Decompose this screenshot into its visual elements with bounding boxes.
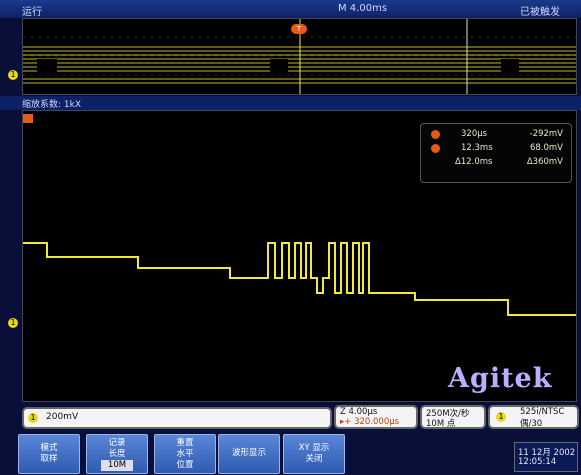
xy-display-button[interactable]: XY 显示 关闭 [283, 434, 345, 474]
ch1-icon: 1 [28, 413, 38, 423]
timebase-readout: M 4.00ms [338, 3, 388, 14]
reset-button-label1: 重置 [176, 438, 194, 448]
cursor-b-time: 12.3ms [461, 143, 493, 153]
xy-display-label: XY 显示 [298, 443, 330, 453]
xy-display-value: 关闭 [305, 454, 323, 464]
record-length-button[interactable]: 记录 长度 10M [86, 434, 148, 474]
reset-horizontal-position-button[interactable]: 重置 水平 位置 [154, 434, 216, 474]
overview-ch1-marker-icon: 1 [8, 70, 18, 80]
record-length-button-value: 10M [101, 460, 133, 471]
zoom-time-scale: Z 4.00μs [340, 407, 378, 417]
overview-waveform[interactable]: T [22, 18, 577, 95]
waveform-display-label: 波形显示 [231, 448, 266, 458]
trigger-status: 已被触发 [520, 7, 560, 18]
video-standard: 525i/NTSC [520, 407, 565, 417]
cursor-a-row: 320μs -292mV [421, 129, 571, 141]
mode-button-value: 取样 [40, 454, 58, 464]
record-length: 10M 点 [426, 419, 456, 429]
cursor-a-icon [431, 130, 440, 139]
cursor-b-row: 12.3ms 68.0mV [421, 143, 571, 155]
cursor-a-time: 320μs [461, 129, 488, 139]
trigger-position-icon [23, 114, 33, 123]
cursor-delta-time: Δ12.0ms [455, 157, 493, 167]
ch1-scale-box[interactable]: 1 200mV [22, 407, 332, 429]
cursor-readout-panel: 320μs -292mV 12.3ms 68.0mV Δ12.0ms Δ360m… [420, 123, 572, 183]
trigger-box[interactable]: 1 525i/NTSC 偶/30 [488, 405, 579, 429]
time-readout: 12:05:14 [518, 457, 557, 467]
reset-button-label2: 水平 [176, 449, 194, 459]
cursor-a-value: -292mV [529, 129, 563, 139]
cursor-b-value: 68.0mV [529, 143, 563, 153]
datetime-display: 11 12月 2002 12:05:14 [514, 442, 578, 472]
status-row: 1 200mV Z 4.00μs ▸+ 320.000μs 250M次/秒 10… [0, 404, 581, 429]
cursor-b-icon [431, 144, 440, 153]
zoom-factor-label: 缩放系数: 1kX [22, 100, 81, 110]
agitek-watermark: Agitek [448, 363, 553, 394]
cursor-delta-row: Δ12.0ms Δ360mV [421, 157, 571, 169]
ch1-scale: 200mV [46, 412, 79, 422]
record-length-button-label2: 长度 [108, 449, 126, 459]
waveform-display-button[interactable]: 波形显示 [218, 434, 280, 474]
ch1-ground-marker-icon[interactable]: 1 [8, 318, 18, 328]
trigger-ch-icon: 1 [496, 412, 506, 422]
acquisition-box[interactable]: 250M次/秒 10M 点 [420, 405, 486, 429]
cursor-delta-value: Δ360mV [526, 157, 563, 167]
trigger-marker-icon[interactable]: T [291, 24, 307, 34]
zoom-waveform[interactable]: 320μs -292mV 12.3ms 68.0mV Δ12.0ms Δ360m… [22, 110, 577, 402]
mode-button[interactable]: 模式 取样 [18, 434, 80, 474]
zoom-timebase-box[interactable]: Z 4.00μs ▸+ 320.000μs [334, 405, 418, 429]
video-field: 偶/30 [520, 419, 543, 429]
run-status: 运行 [22, 7, 42, 18]
record-length-button-label1: 记录 [108, 438, 126, 448]
mode-button-label: 模式 [40, 443, 58, 453]
softkey-bar: 模式 取样 记录 长度 10M 重置 水平 位置 波形显示 XY 显示 关闭 1… [0, 430, 581, 475]
zoom-factor-bar: 缩放系数: 1kX [0, 96, 581, 110]
zoom-position: ▸+ 320.000μs [340, 417, 400, 427]
reset-button-label3: 位置 [176, 460, 194, 470]
top-status-bar: 运行 M 4.00ms 已被触发 [0, 0, 581, 18]
